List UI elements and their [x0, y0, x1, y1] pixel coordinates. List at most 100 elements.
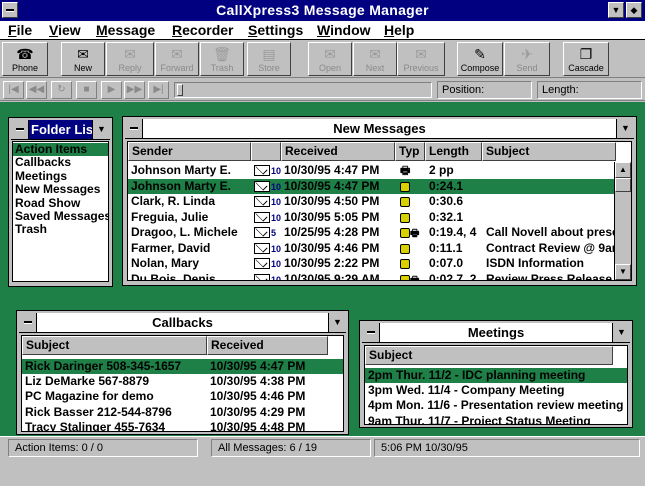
fast-forward-icon[interactable]: ▶▶	[124, 81, 145, 99]
message-row[interactable]: Johnson Marty E. 10 10/30/95 4:47 PM 0:24.1	[128, 178, 614, 194]
maximize-button[interactable]: ◆	[626, 2, 642, 18]
callbacks-col-subject-header[interactable]: Subject	[22, 336, 207, 355]
message-length: 0:30.6	[429, 194, 464, 208]
col-icon-header[interactable]	[251, 142, 281, 161]
reply-button[interactable]: ✉ Reply	[106, 42, 154, 76]
meetings-window: Meetings ▼ Subject 2pm Thur. 11/2 - IDC …	[359, 320, 633, 428]
message-sender: Dragoo, L. Michele	[131, 225, 238, 239]
folder-list-minimize-icon[interactable]	[11, 120, 29, 139]
new-messages-minimize-icon[interactable]	[125, 119, 143, 138]
previous-button[interactable]: ✉ Previous	[397, 42, 445, 76]
speaker-icon	[400, 212, 410, 223]
folder-item[interactable]: New Messages	[13, 183, 108, 196]
callbacks-col-received-header[interactable]: Received	[207, 336, 328, 355]
col-received-header[interactable]: Received	[281, 142, 395, 161]
new-messages-scrollbar[interactable]: ▲ ▼	[614, 162, 631, 280]
meetings-col-subject-header[interactable]: Subject	[365, 346, 613, 365]
folder-item[interactable]: Road Show	[13, 196, 108, 210]
menu-window[interactable]: Window	[317, 22, 371, 38]
callbacks-minimize-icon[interactable]	[19, 313, 37, 332]
callbacks-list: Subject Received Rick Daringer 508-345-1…	[21, 335, 344, 432]
forward-end-icon[interactable]: ▶|	[148, 81, 169, 99]
callbacks-dropdown-icon[interactable]: ▼	[328, 313, 346, 332]
folder-item[interactable]: Callbacks	[13, 156, 108, 169]
next-button[interactable]: ✉ Next	[353, 42, 397, 76]
position-label: Position:	[442, 84, 485, 96]
col-type-header[interactable]: Typ	[395, 142, 425, 161]
menu-file[interactable]: File	[8, 22, 32, 38]
message-sender: Johnson Marty E.	[131, 178, 232, 193]
open-label: Open	[318, 63, 342, 73]
scroll-up-icon[interactable]: ▲	[615, 162, 631, 178]
folder-item[interactable]: Trash	[13, 223, 108, 236]
stop-icon[interactable]: ■	[76, 81, 97, 99]
minimize-button[interactable]: ▼	[608, 2, 624, 18]
folder-item[interactable]: Action Items	[13, 143, 108, 156]
meeting-row[interactable]: 2pm Thur. 11/2 - IDC planning meeting	[365, 368, 627, 383]
col-length-header[interactable]: Length	[425, 142, 482, 161]
message-envelope-cell: 10	[253, 210, 281, 225]
folder-item[interactable]: Saved Messages	[13, 210, 108, 223]
rewind-start-icon[interactable]: |◀	[3, 81, 24, 99]
speaker-icon	[400, 243, 410, 254]
position-slider[interactable]	[174, 82, 432, 98]
menu-help[interactable]: Help	[384, 22, 414, 38]
phone-button[interactable]: ☎ Phone	[2, 42, 48, 76]
message-row[interactable]: Dragoo, L. Michele 5 10/25/95 4:28 PM 🖶 0:19…	[128, 225, 616, 240]
scroll-thumb[interactable]	[615, 178, 631, 192]
callback-row[interactable]: Liz DeMarke 567-8879 10/30/95 4:38 PM	[22, 374, 343, 389]
slider-thumb[interactable]	[177, 84, 183, 96]
play-icon[interactable]: ▶	[101, 81, 122, 99]
forward-button[interactable]: ✉ Forward	[155, 42, 199, 76]
message-row[interactable]: Johnson Marty E. 10 10/30/95 4:47 PM 🖶 2 pp	[128, 163, 614, 178]
message-row[interactable]: Freguia, Julie 10 10/30/95 5:05 PM 0:32.1	[128, 210, 614, 225]
message-type	[400, 256, 426, 271]
speaker-icon	[400, 259, 410, 269]
menu-message[interactable]: Message	[96, 22, 155, 38]
col-subject-header[interactable]: Subject	[482, 142, 616, 161]
trash-button[interactable]: 🗑 Trash	[200, 42, 244, 76]
message-sender: Johnson Marty E.	[131, 163, 232, 177]
meeting-row[interactable]: 9am Thur. 11/7 - Project Status Meeting	[365, 414, 627, 424]
meeting-row[interactable]: 3pm Wed. 11/4 - Company Meeting	[365, 383, 627, 398]
message-row[interactable]: Farmer, David 10 10/30/95 4:46 PM 0:11.1 Con…	[128, 241, 616, 256]
new-button[interactable]: ✉ New	[61, 42, 105, 76]
store-button[interactable]: ▤ Store	[247, 42, 291, 76]
meeting-subject: 4pm Mon. 11/6 - Presentation review meet…	[368, 398, 624, 413]
callback-row[interactable]: Rick Basser 212-544-8796 10/30/95 4:29 PM	[22, 405, 343, 420]
folder-item[interactable]: Meetings	[13, 169, 108, 183]
folder-list-dropdown-icon[interactable]: ▼	[92, 120, 110, 139]
scroll-down-icon[interactable]: ▼	[615, 264, 631, 280]
message-count: 10	[271, 243, 281, 254]
message-row[interactable]: Clark, R. Linda 10 10/30/95 4:50 PM 0:30.6	[128, 194, 614, 209]
open-button[interactable]: ✉ Open	[308, 42, 352, 76]
rewind-icon[interactable]: ◀◀	[26, 81, 47, 99]
previous-label: Previous	[403, 63, 439, 73]
cascade-button[interactable]: ❐ Cascade	[563, 42, 609, 76]
compose-button[interactable]: ✎ Compose	[457, 42, 503, 76]
new-messages-dropdown-icon[interactable]: ▼	[616, 119, 634, 138]
app-title: CallXpress3 Message Manager	[216, 2, 429, 18]
callback-row[interactable]: Rick Daringer 508-345-1657 10/30/95 4:47 …	[22, 359, 343, 374]
meetings-minimize-icon[interactable]	[362, 323, 380, 342]
loop-icon[interactable]: ↻	[51, 81, 72, 99]
meeting-row[interactable]: 4pm Mon. 11/6 - Presentation review meet…	[365, 398, 627, 413]
callback-received: 10/30/95 4:29 PM	[210, 404, 306, 419]
envelope-icon	[254, 273, 270, 280]
phone-icon: ☎	[16, 46, 34, 62]
callback-row[interactable]: PC Magazine for demo 10/30/95 4:46 PM	[22, 389, 343, 404]
callback-row[interactable]: Tracy Stalinger 455-7634 10/30/95 4:48 PM	[22, 420, 343, 431]
message-row[interactable]: Du Bois, Denis 10 10/30/95 9:29 AM 🖶 0:02.7,…	[128, 272, 614, 280]
col-sender-header[interactable]: Sender	[128, 142, 251, 161]
meetings-dropdown-icon[interactable]: ▼	[612, 323, 630, 342]
message-type	[400, 194, 426, 209]
menu-recorder[interactable]: Recorder	[172, 22, 233, 38]
callback-subject: PC Magazine for demo	[25, 389, 154, 404]
menu-view[interactable]: View	[49, 22, 81, 38]
menu-settings[interactable]: Settings	[248, 22, 303, 38]
message-row[interactable]: Nolan, Mary 10 10/30/95 2:22 PM 0:07.0 ISDN …	[128, 256, 614, 271]
callbacks-title: Callbacks	[19, 313, 346, 333]
send-button[interactable]: ✈ Send	[504, 42, 550, 76]
callback-subject: Rick Basser 212-544-8796	[25, 404, 172, 419]
phone-label: Phone	[11, 63, 39, 73]
